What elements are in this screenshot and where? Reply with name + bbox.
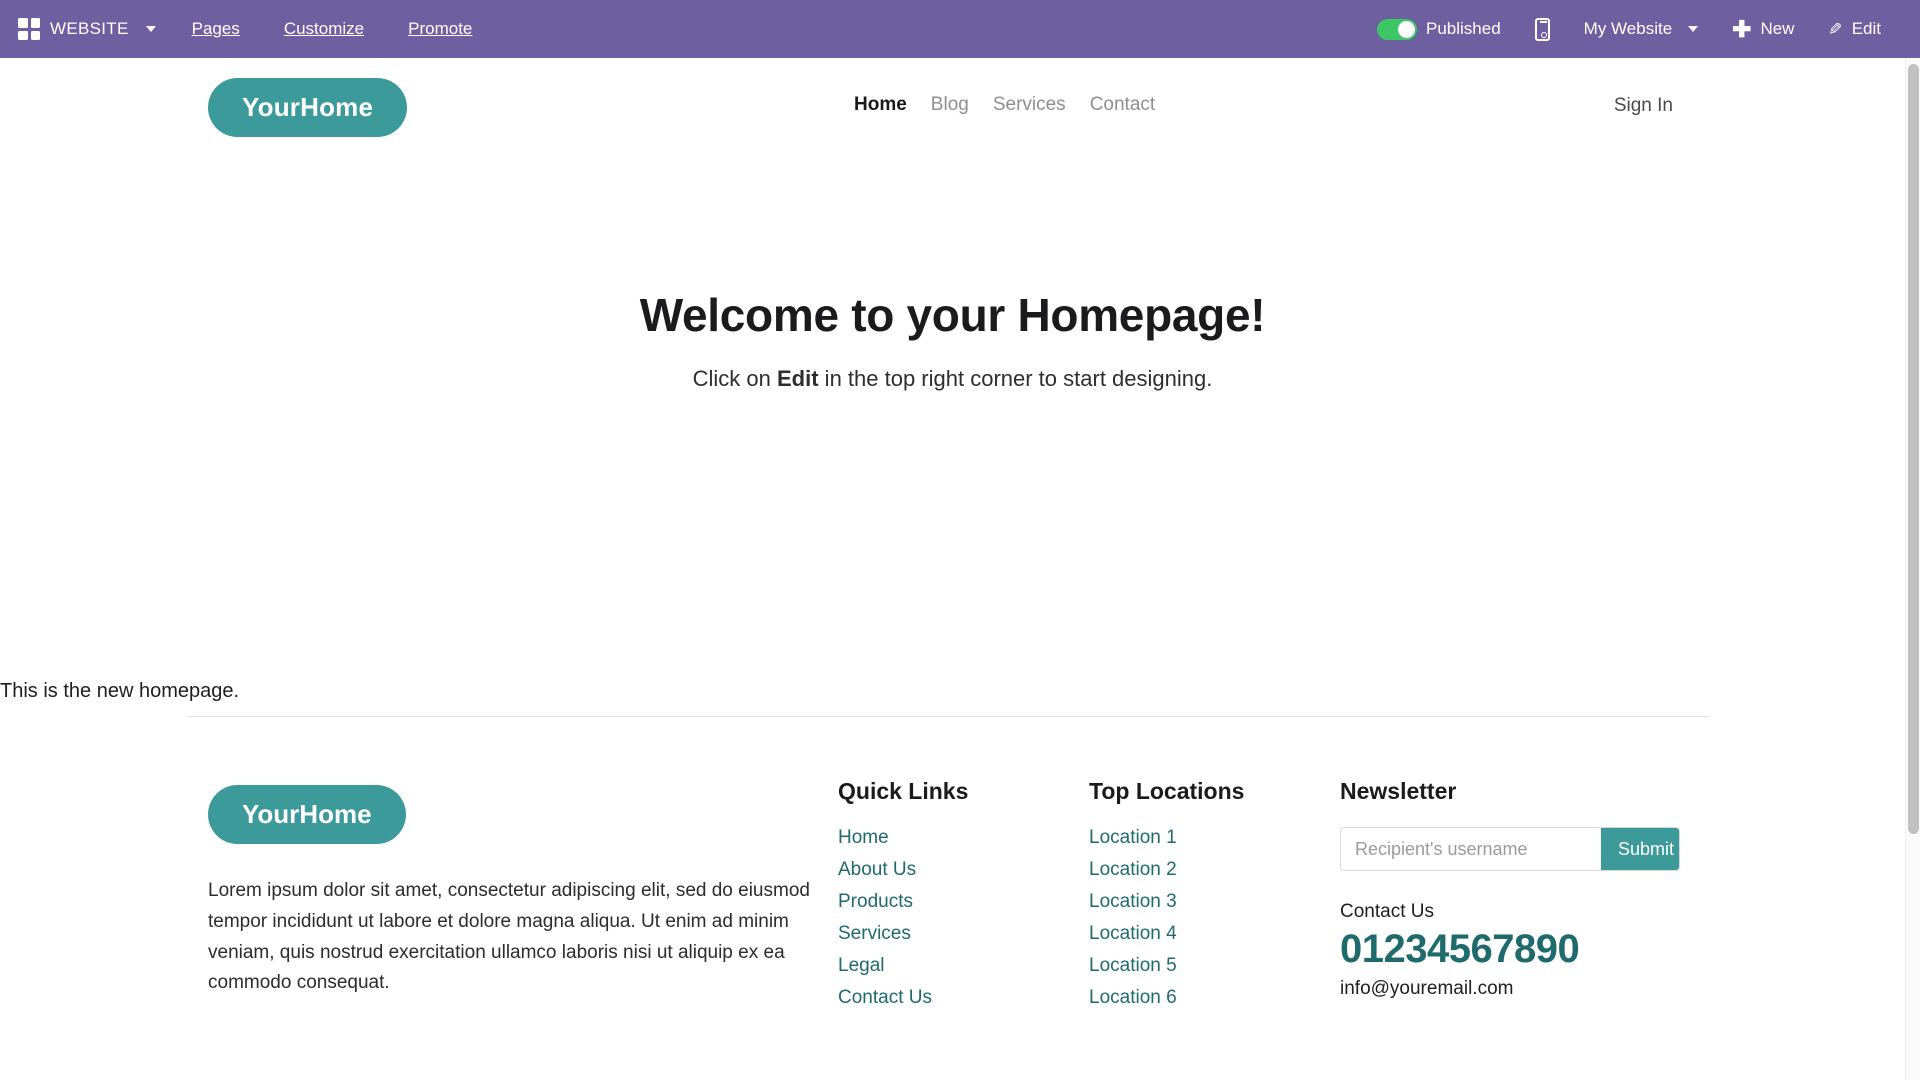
edit-button[interactable]: ✎ Edit bbox=[1811, 0, 1898, 58]
footer-location-1[interactable]: Location 1 bbox=[1089, 827, 1244, 849]
site-nav-blog[interactable]: Blog bbox=[931, 94, 969, 116]
website-selector-label: My Website bbox=[1583, 19, 1673, 38]
sign-in-link[interactable]: Sign In bbox=[1614, 95, 1673, 117]
site-footer: YourHome Lorem ipsum dolor sit amet, con… bbox=[0, 758, 1905, 1080]
hero-subtitle-emphasis: Edit bbox=[777, 366, 819, 391]
footer-link-services[interactable]: Services bbox=[838, 923, 968, 945]
topbar-menu-pages[interactable]: Pages bbox=[170, 0, 262, 58]
odoo-top-bar: WEBSITE Pages Customize Promote Publishe… bbox=[0, 0, 1920, 58]
site-nav-contact[interactable]: Contact bbox=[1090, 94, 1155, 116]
current-app-name: WEBSITE bbox=[50, 19, 129, 38]
footer-contact-email[interactable]: info@youremail.com bbox=[1340, 978, 1740, 1000]
topbar-menu-promote[interactable]: Promote bbox=[386, 0, 494, 58]
footer-logo[interactable]: YourHome bbox=[208, 785, 406, 844]
hero-section: Welcome to your Homepage! Click on Edit … bbox=[0, 288, 1905, 392]
footer-quick-links: Quick Links Home About Us Products Servi… bbox=[838, 778, 968, 1019]
hero-subtitle-part1: Click on bbox=[692, 366, 777, 391]
site-nav-home[interactable]: Home bbox=[854, 94, 907, 116]
grid-apps-icon bbox=[18, 18, 40, 40]
pencil-icon: ✎ bbox=[1828, 19, 1843, 39]
footer-location-3[interactable]: Location 3 bbox=[1089, 891, 1244, 913]
footer-description: Lorem ipsum dolor sit amet, consectetur … bbox=[208, 880, 810, 994]
footer-contact-phone[interactable]: 01234567890 bbox=[1340, 927, 1740, 972]
topbar-menu-customize[interactable]: Customize bbox=[262, 0, 386, 58]
topbar-right: Published My Website ✚ New ✎ Edit bbox=[1360, 0, 1920, 58]
footer-link-contact-us[interactable]: Contact Us bbox=[838, 987, 968, 1009]
apps-menu-toggle[interactable]: WEBSITE bbox=[0, 0, 170, 58]
footer-link-products[interactable]: Products bbox=[838, 891, 968, 913]
edit-button-label: Edit bbox=[1851, 19, 1881, 38]
site-header: YourHome Home Blog Services Contact Sign… bbox=[0, 58, 1905, 162]
footer-location-6[interactable]: Location 6 bbox=[1089, 987, 1244, 1009]
chevron-down-icon bbox=[1688, 26, 1699, 32]
newsletter-form: Submit bbox=[1340, 827, 1680, 871]
mobile-preview-button[interactable] bbox=[1518, 0, 1567, 58]
footer-top-locations: Top Locations Location 1 Location 2 Loca… bbox=[1089, 778, 1244, 1019]
website-selector[interactable]: My Website bbox=[1567, 0, 1716, 58]
new-button[interactable]: ✚ New bbox=[1715, 0, 1811, 58]
footer-top-locations-title: Top Locations bbox=[1089, 778, 1245, 804]
footer-newsletter-title: Newsletter bbox=[1340, 778, 1457, 804]
footer-location-4[interactable]: Location 4 bbox=[1089, 923, 1244, 945]
chevron-down-icon bbox=[145, 26, 156, 32]
section-divider bbox=[188, 716, 1710, 717]
footer-link-home[interactable]: Home bbox=[838, 827, 968, 849]
topbar-menu: Pages Customize Promote bbox=[170, 0, 495, 58]
scrollbar-thumb[interactable] bbox=[1908, 64, 1919, 834]
footer-link-legal[interactable]: Legal bbox=[838, 955, 968, 977]
newsletter-submit-button[interactable]: Submit bbox=[1601, 828, 1679, 870]
footer-link-about-us[interactable]: About Us bbox=[838, 859, 968, 881]
new-button-label: New bbox=[1760, 19, 1795, 38]
publish-toggle[interactable]: Published bbox=[1360, 0, 1518, 58]
footer-quick-links-title: Quick Links bbox=[838, 778, 969, 804]
page-scrollbar[interactable] bbox=[1905, 58, 1920, 1080]
site-nav: Home Blog Services Contact bbox=[854, 94, 1155, 116]
publish-status-label: Published bbox=[1425, 19, 1501, 38]
homepage-note: This is the new homepage. bbox=[0, 680, 1905, 703]
publish-switch-icon[interactable] bbox=[1376, 18, 1417, 40]
hero-subtitle-part2: in the top right corner to start designi… bbox=[818, 366, 1213, 391]
plus-icon: ✚ bbox=[1732, 15, 1752, 42]
homepage-note-text: This is the new homepage. bbox=[0, 680, 240, 702]
topbar-left: WEBSITE Pages Customize Promote bbox=[0, 0, 494, 58]
footer-location-5[interactable]: Location 5 bbox=[1089, 955, 1244, 977]
page-title: Welcome to your Homepage! bbox=[639, 289, 1266, 341]
newsletter-email-input[interactable] bbox=[1341, 828, 1601, 870]
footer-newsletter: Newsletter Submit Contact Us 01234567890… bbox=[1340, 778, 1740, 1000]
site-nav-services[interactable]: Services bbox=[993, 94, 1066, 116]
mobile-phone-icon bbox=[1534, 17, 1550, 41]
hero-subtitle: Click on Edit in the top right corner to… bbox=[0, 366, 1905, 392]
site-logo[interactable]: YourHome bbox=[208, 78, 408, 137]
footer-location-2[interactable]: Location 2 bbox=[1089, 859, 1244, 881]
website-preview-canvas: YourHome Home Blog Services Contact Sign… bbox=[0, 58, 1905, 1080]
footer-contact-label: Contact Us bbox=[1340, 901, 1434, 922]
